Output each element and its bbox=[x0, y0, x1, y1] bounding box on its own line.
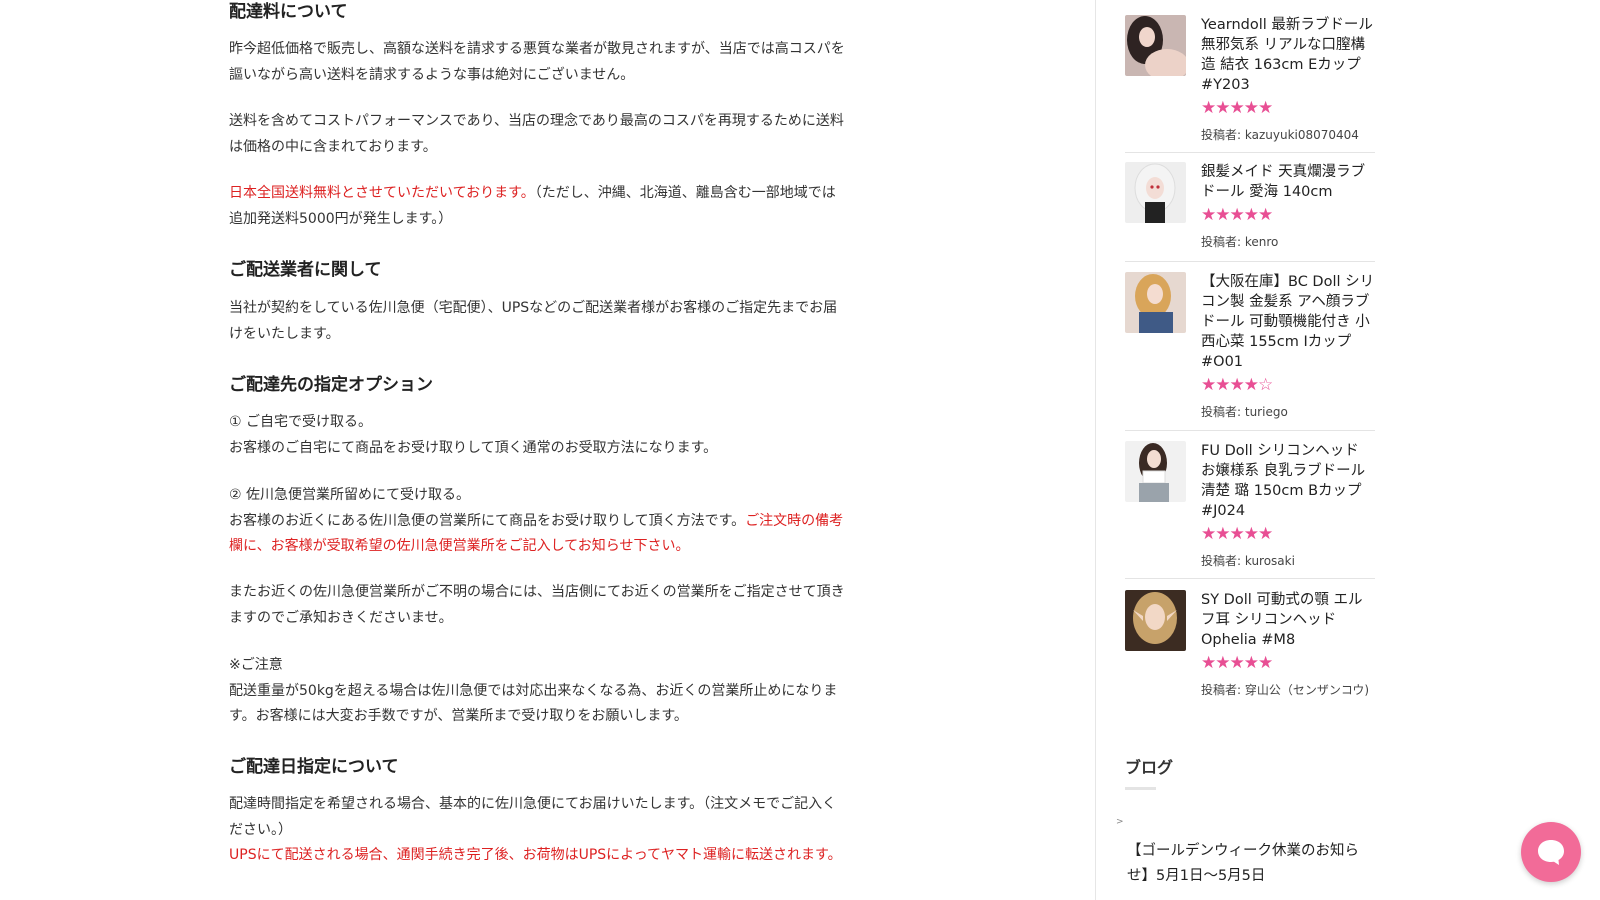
review-separator bbox=[1125, 430, 1375, 431]
blog-bullet-icon: > bbox=[1116, 817, 1124, 827]
product-thumbnail[interactable] bbox=[1125, 590, 1186, 651]
rating-stars: ★★★★★ bbox=[1201, 205, 1273, 225]
review-separator bbox=[1125, 578, 1375, 579]
product-thumbnail[interactable] bbox=[1125, 441, 1186, 502]
rating-stars: ★★★★★ bbox=[1201, 98, 1273, 118]
product-thumbnail[interactable] bbox=[1125, 162, 1186, 223]
carrier-heading: ご配送業者に関して bbox=[229, 260, 382, 280]
review-product-title[interactable]: 【大阪在庫】BC Doll シリコン製 金髪系 アヘ顔ラブドール 可動顎機能付き… bbox=[1201, 272, 1375, 372]
ups-transfer-notice: UPSにて配送される場合、通関手続き完了後、お荷物はUPSによってヤマト運輸に転… bbox=[229, 847, 842, 863]
caution-block: ※ご注意配送重量が50kgを超える場合は佐川急便では対応出来なくなる為、お近くの… bbox=[229, 653, 849, 730]
option-2-note: またお近くの佐川急便営業所がご不明の場合には、当店側にてお近くの営業所をご指定さ… bbox=[229, 584, 845, 626]
options-heading: ご配達先の指定オプション bbox=[229, 375, 433, 395]
review-separator bbox=[1125, 152, 1375, 153]
option-1-title: ① ご自宅で受け取る。 bbox=[229, 414, 373, 430]
blog-heading: ブログ bbox=[1125, 758, 1174, 777]
blog-post-link[interactable]: 【ゴールデンウィーク休業のお知らせ】5月1日〜5月5日 bbox=[1127, 839, 1375, 889]
review-author: 投稿者: kazuyuki08070404 bbox=[1201, 128, 1359, 142]
review-separator bbox=[1125, 261, 1375, 262]
delivery-date-heading: ご配達日指定について bbox=[229, 757, 399, 777]
column-divider bbox=[1095, 0, 1096, 900]
fee-heading: 配達料について bbox=[229, 2, 348, 22]
product-thumbnail[interactable] bbox=[1125, 15, 1186, 76]
delivery-date-text: 配達時間指定を希望される場合、基本的に佐川急便にてお届けいたします。（注文メモで… bbox=[229, 796, 837, 838]
review-product-title[interactable]: Yearndoll 最新ラブドール 無邪気系 リアルな口膣構造 結衣 163cm… bbox=[1201, 15, 1375, 95]
review-product-title[interactable]: SY Doll 可動式の顎 エルフ耳 シリコンヘッド Ophelia #M8 bbox=[1201, 590, 1375, 650]
carrier-paragraph: 当社が契約をしている佐川急便（宅配便）、UPSなどのご配送業者様がお客様のご指定… bbox=[229, 300, 838, 342]
rating-stars: ★★★★★ bbox=[1201, 524, 1273, 544]
review-author: 投稿者: turiego bbox=[1201, 405, 1288, 419]
delivery-date-paragraph: 配達時間指定を希望される場合、基本的に佐川急便にてお届けいたします。（注文メモで… bbox=[229, 792, 849, 869]
option-1-description: お客様のご自宅にて商品をお受け取りして頂く通常のお受取方法になります。 bbox=[229, 439, 718, 456]
free-shipping-notice: 日本全国送料無料とさせていただいております。 bbox=[229, 185, 535, 201]
review-product-title[interactable]: 銀髪メイド 天真爛漫ラブドール 愛海 140cm bbox=[1201, 162, 1375, 202]
fee-paragraph-1: 昨今超低価格で販売し、高額な送料を請求する悪質な業者が散見されますが、当店では高… bbox=[229, 41, 845, 83]
option-2-description: お客様のお近くにある佐川急便の営業所にて商品をお受け取りして頂く方法です。 bbox=[229, 512, 746, 529]
fee-paragraph-3: 日本全国送料無料とさせていただいております。（ただし、沖縄、北海道、離島含む一部… bbox=[229, 181, 849, 232]
option-2-title: ② 佐川急便営業所留めにて受け取る。 bbox=[229, 487, 470, 503]
blog-heading-underline bbox=[1125, 787, 1156, 790]
option-1: ① ご自宅で受け取る。お客様のご自宅にて商品をお受け取りして頂く通常のお受取方法… bbox=[229, 410, 717, 461]
chat-bubble-icon bbox=[1538, 840, 1564, 865]
rating-stars: ★★★★★ bbox=[1201, 653, 1273, 673]
caution-text: 配送重量が50kgを超える場合は佐川急便では対応出来なくなる為、お近くの営業所止… bbox=[229, 682, 838, 725]
option-2: ② 佐川急便営業所留めにて受け取る。お客様のお近くにある佐川急便の営業所にて商品… bbox=[229, 483, 849, 560]
chat-button[interactable] bbox=[1521, 822, 1581, 882]
rating-stars: ★★★★☆ bbox=[1201, 375, 1273, 395]
review-author: 投稿者: kenro bbox=[1201, 235, 1279, 249]
review-author: 投稿者: kurosaki bbox=[1201, 554, 1295, 568]
fee-paragraph-2: 送料を含めてコストパフォーマンスであり、当店の理念であり最高のコスパを再現するた… bbox=[229, 113, 844, 155]
caution-title: ※ご注意 bbox=[229, 657, 283, 673]
review-author: 投稿者: 穿山公（センザンコウ) bbox=[1201, 683, 1370, 697]
product-thumbnail[interactable] bbox=[1125, 272, 1186, 333]
review-product-title[interactable]: FU Doll シリコンヘッド お嬢様系 良乳ラブドール 清楚 璐 150cm … bbox=[1201, 441, 1375, 521]
